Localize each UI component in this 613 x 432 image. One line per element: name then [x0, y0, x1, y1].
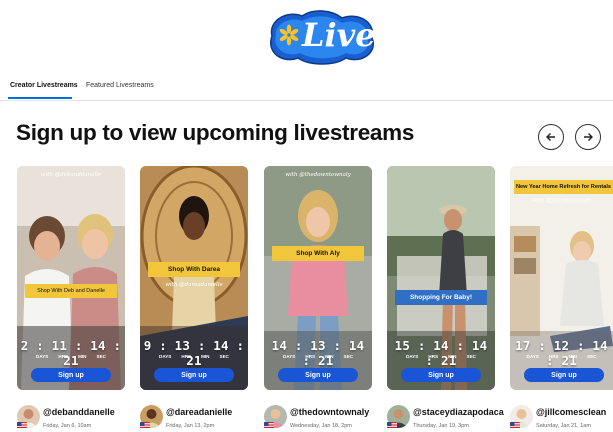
unit-sec: SEC — [343, 354, 353, 359]
creator-profile[interactable]: @staceydiazapodaca Thursday, Jan 19, 3pm — [387, 402, 505, 432]
creator-profile[interactable]: @jillcomesclean Saturday, Jan 21, 1am — [510, 402, 613, 432]
stream-date: Thursday, Jan 19, 3pm — [413, 423, 469, 429]
unit-hrs: HRS — [305, 354, 316, 359]
countdown-units: DAYS HRS MIN SEC — [140, 354, 248, 359]
us-flag-icon — [387, 422, 397, 430]
countdown-units: DAYS HRS MIN SEC — [264, 354, 372, 359]
countdown-timer: 15 : 14 : 14 : 21 — [394, 338, 488, 368]
sign-up-button[interactable]: Sign up — [278, 368, 358, 382]
unit-sec: SEC — [587, 354, 597, 359]
livestream-card[interactable]: New Year Home Refresh for Rentals with @… — [510, 166, 613, 390]
sign-up-button[interactable]: Sign up — [524, 368, 604, 382]
stream-date: Saturday, Jan 21, 1am — [536, 423, 591, 429]
creator-watermark: with @thedowntownaly — [285, 172, 351, 178]
arrow-left-icon — [546, 133, 555, 141]
livestream-card[interactable]: with @thedowntownaly Shop With Aly 14 : … — [264, 166, 372, 390]
countdown-units: DAYS HRS MIN SEC — [387, 354, 495, 359]
unit-min: MIN — [201, 354, 210, 359]
sign-up-button[interactable]: Sign up — [401, 368, 481, 382]
unit-sec: SEC — [219, 354, 229, 359]
creator-handle: @dareadanielle — [166, 407, 233, 417]
tab-featured-livestreams[interactable]: Featured Livestreams — [86, 82, 154, 89]
livestream-title-badge: Shop With Deb and Danelle — [25, 284, 117, 298]
unit-days: DAYS — [406, 354, 419, 359]
creator-profile[interactable]: @thedowntownaly Wednesday, Jan 18, 2pm — [264, 402, 382, 432]
stream-date: Friday, Jan 6, 10am — [43, 423, 92, 429]
unit-hrs: HRS — [181, 354, 192, 359]
active-tab-indicator — [8, 97, 72, 99]
arrow-right-icon — [584, 133, 593, 141]
creator-watermark: with @debanddanelle — [40, 172, 102, 178]
countdown-timer: 2 : 11 : 14 : 21 — [20, 338, 122, 368]
unit-min: MIN — [78, 354, 87, 359]
livestream-title-badge: Shop With Aly — [272, 246, 364, 261]
stream-date: Wednesday, Jan 18, 2pm — [290, 423, 352, 429]
unit-days: DAYS — [283, 354, 296, 359]
unit-hrs: HRS — [58, 354, 69, 359]
countdown-units: DAYS HRS MIN SEC — [17, 354, 125, 359]
livestream-card[interactable]: with @debanddanelle Shop With Deb and Da… — [17, 166, 125, 390]
unit-min: MIN — [448, 354, 457, 359]
unit-min: MIN — [568, 354, 577, 359]
sign-up-button[interactable]: Sign up — [154, 368, 234, 382]
sign-up-button[interactable]: Sign up — [31, 368, 111, 382]
creator-handle: @staceydiazapodaca — [413, 407, 504, 417]
livestream-title-badge: Shop With Darea — [148, 262, 240, 277]
creator-handle: @thedowntownaly — [290, 407, 370, 417]
livestream-title-badge: New Year Home Refresh for Rentals — [514, 180, 613, 194]
creator-handle: @debanddanelle — [43, 407, 115, 417]
unit-hrs: HRS — [428, 354, 439, 359]
us-flag-icon — [140, 422, 150, 430]
livestream-card[interactable]: Shopping For Baby! 15 : 14 : 14 : 21 DAY… — [387, 166, 495, 390]
creator-profile[interactable]: @debanddanelle Friday, Jan 6, 10am — [17, 402, 135, 432]
us-flag-icon — [17, 422, 27, 430]
stream-date: Friday, Jan 13, 2pm — [166, 423, 215, 429]
unit-sec: SEC — [466, 354, 476, 359]
tab-creator-livestreams[interactable]: Creator Livestreams — [10, 82, 78, 89]
live-logo[interactable]: Live — [262, 6, 380, 66]
unit-days: DAYS — [159, 354, 172, 359]
walmart-spark-icon — [279, 24, 299, 46]
unit-days: DAYS — [526, 354, 539, 359]
countdown-timer: 9 : 13 : 14 : 21 — [143, 338, 245, 368]
us-flag-icon — [264, 422, 274, 430]
unit-hrs: HRS — [548, 354, 559, 359]
countdown-timer: 14 : 13 : 14 : 21 — [271, 338, 365, 368]
countdown-timer: 17 : 12 : 14 : 21 — [515, 338, 608, 368]
livestream-card[interactable]: Shop With Darea with @dareadanielle 9 : … — [140, 166, 248, 390]
live-logo-text: Live — [302, 16, 376, 54]
unit-min: MIN — [325, 354, 334, 359]
carousel-prev-button[interactable] — [538, 124, 564, 150]
countdown-units: DAYS HRS MIN SEC — [510, 354, 613, 359]
creator-profile[interactable]: @dareadanielle Friday, Jan 13, 2pm — [140, 402, 258, 432]
carousel-next-button[interactable] — [575, 124, 601, 150]
livestream-tabs: Creator Livestreams Featured Livestreams — [0, 74, 613, 101]
unit-sec: SEC — [96, 354, 106, 359]
creator-watermark: with @jillcomesclean — [531, 198, 592, 204]
unit-days: DAYS — [36, 354, 49, 359]
livestream-title-badge: Shopping For Baby! — [395, 290, 487, 305]
page-title: Sign up to view upcoming livestreams — [16, 120, 415, 145]
us-flag-icon — [510, 422, 520, 430]
creator-handle: @jillcomesclean — [536, 407, 607, 417]
creator-watermark: with @dareadanielle — [165, 282, 223, 288]
